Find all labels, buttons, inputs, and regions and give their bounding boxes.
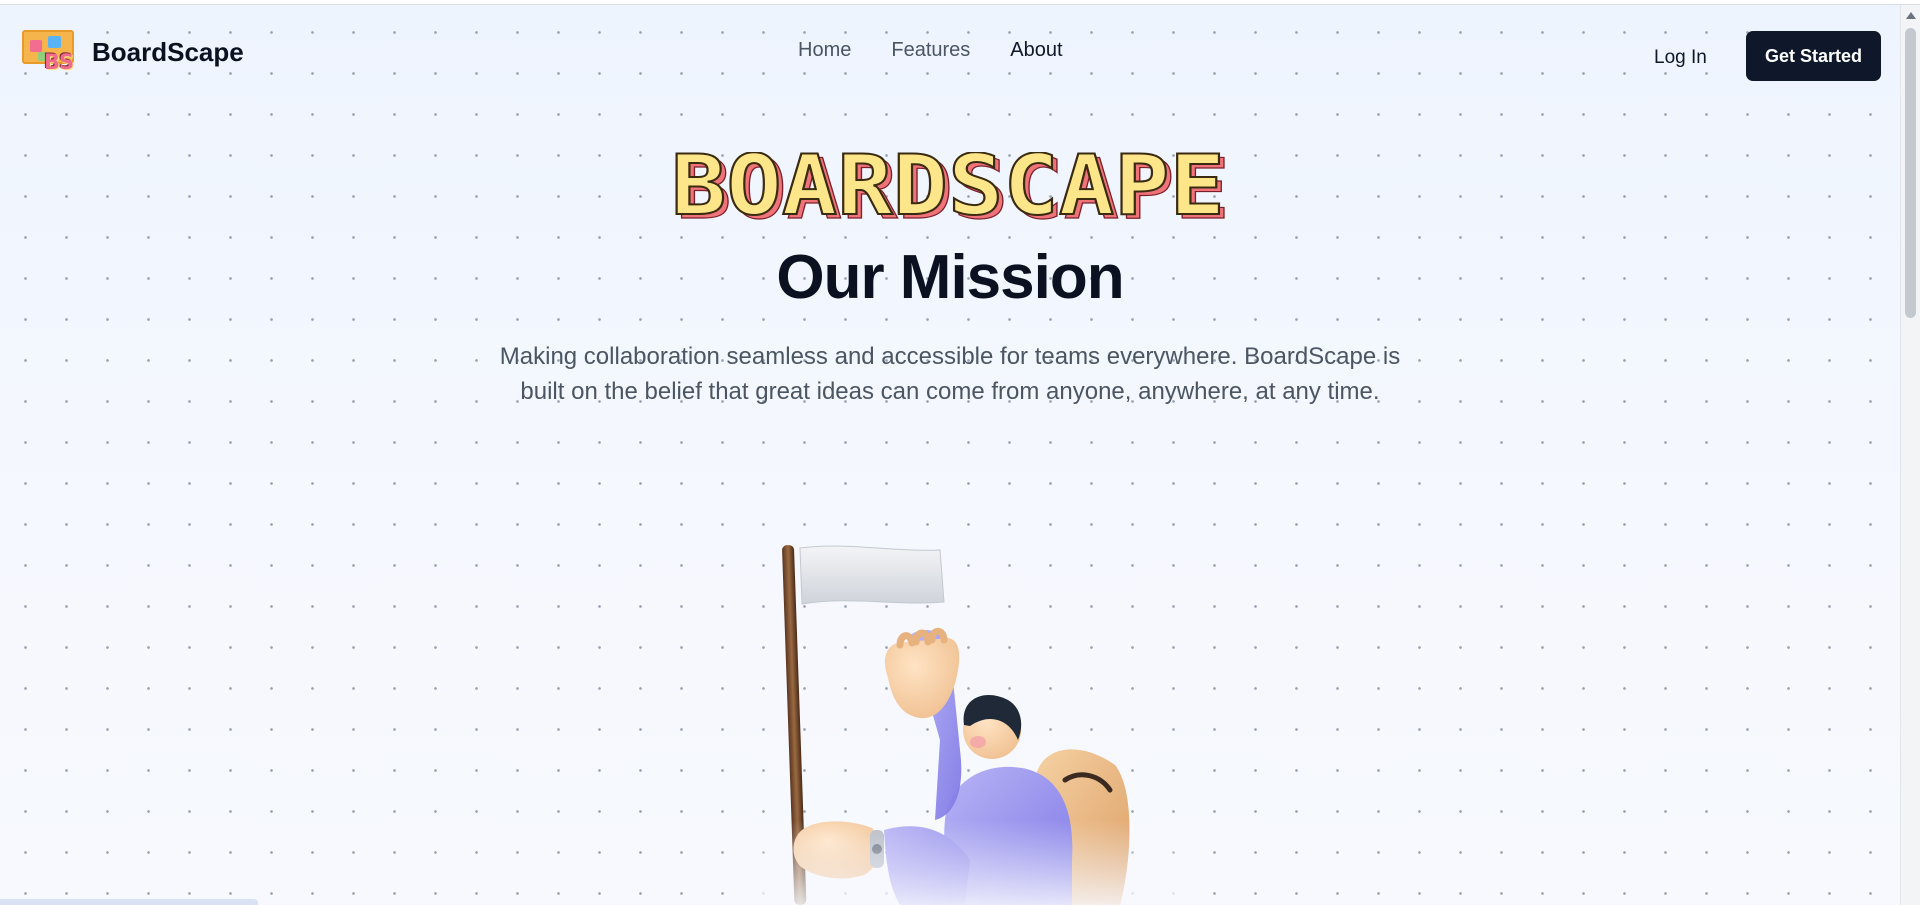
nav-link-features[interactable]: Features xyxy=(891,39,970,62)
brand-name: BoardScape xyxy=(92,36,244,67)
mission-description: Making collaboration seamless and access… xyxy=(499,343,1401,405)
navbar: BS BoardScape Home Features About Log In… xyxy=(0,5,1900,97)
scroll-progress-bar xyxy=(0,899,258,905)
get-started-button[interactable]: Get Started xyxy=(1746,31,1881,81)
boardscape-wordmark: BOARDSCAPE BOARDSCAPE xyxy=(670,152,1231,224)
boardscape-logo-icon: BS xyxy=(22,30,78,74)
brand[interactable]: BS BoardScape xyxy=(22,30,244,74)
scrollbar-thumb[interactable] xyxy=(1905,28,1916,318)
scroll-up-arrow-icon[interactable] xyxy=(1906,12,1916,19)
page-title: Our Mission xyxy=(776,243,1124,312)
logo-note-blue xyxy=(48,36,61,48)
login-link[interactable]: Log In xyxy=(1654,47,1707,69)
nav-link-about[interactable]: About xyxy=(1010,39,1062,62)
nav-links: Home Features About xyxy=(798,39,1063,62)
logo-letters: BS xyxy=(44,50,74,74)
illustration-fade xyxy=(740,820,1180,905)
nav-link-home[interactable]: Home xyxy=(798,39,851,62)
logo-note-pink xyxy=(30,40,42,52)
wordmark-text: BOARDSCAPE xyxy=(671,152,1225,224)
